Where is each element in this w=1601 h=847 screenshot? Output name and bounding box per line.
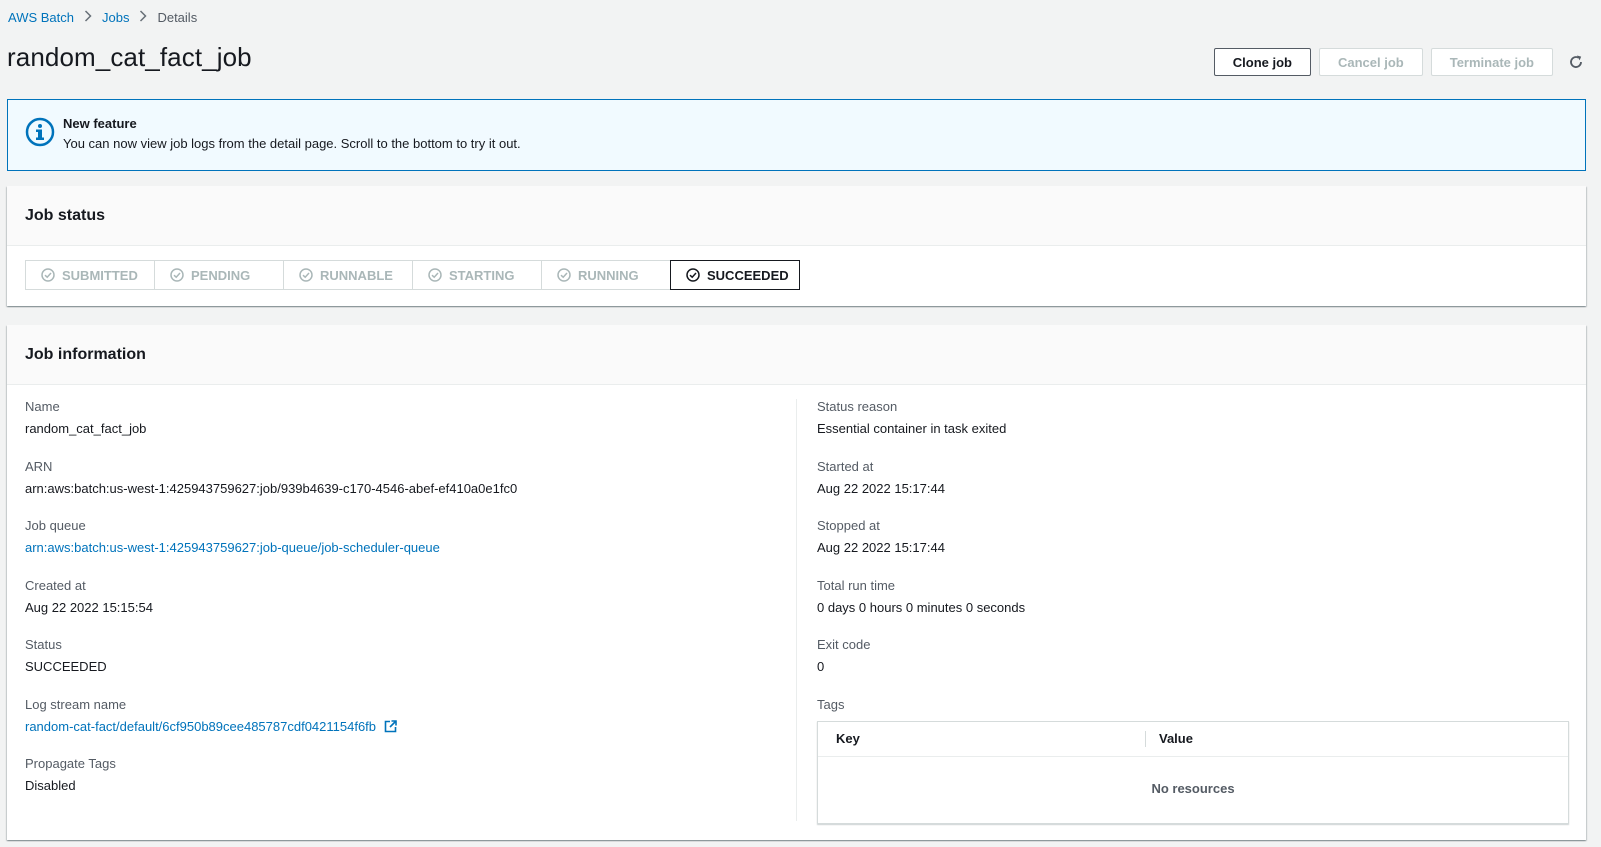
field-started-at: Started at Aug 22 2022 15:17:44 <box>817 459 1577 519</box>
field-label: Stopped at <box>817 518 880 533</box>
field-label: Exit code <box>817 637 871 652</box>
field-status-reason: Status reason Essential container in tas… <box>817 399 1577 459</box>
job-queue-link[interactable]: arn:aws:batch:us-west-1:425943759627:job… <box>25 540 440 555</box>
job-status-panel: Job status SUBMITTED PENDING RUNNABLE START… <box>7 186 1586 306</box>
status-step-pending: PENDING <box>154 260 284 290</box>
field-label: Started at <box>817 458 874 474</box>
field-label: Created at <box>25 577 86 593</box>
field-value: Disabled <box>25 778 76 793</box>
flash-title: New feature <box>63 116 137 131</box>
field-label: Status <box>25 637 62 652</box>
check-circle-icon <box>686 268 700 282</box>
field-value: Aug 22 2022 15:15:54 <box>25 599 153 615</box>
field-label: Log stream name <box>25 696 127 712</box>
job-information-header: Job information <box>7 325 1586 385</box>
column-separator <box>1145 731 1146 747</box>
header-actions: Clone job Cancel job Terminate job <box>1206 48 1587 76</box>
field-stopped-at: Stopped at Aug 22 2022 15:17:44 <box>817 518 1577 578</box>
tags-table: Key Value No resources <box>817 721 1569 824</box>
breadcrumb: AWS Batch Jobs Details <box>8 8 197 26</box>
field-value: SUCCEEDED <box>25 659 107 674</box>
field-created-at: Created at Aug 22 2022 15:15:54 <box>25 578 785 638</box>
field-value: 0 <box>817 659 825 674</box>
status-step-label: SUCCEEDED <box>707 267 789 283</box>
field-label: ARN <box>25 458 53 474</box>
field-status: Status SUCCEEDED <box>25 637 785 697</box>
status-step-succeeded: SUCCEEDED <box>670 260 800 290</box>
check-circle-icon <box>428 268 442 282</box>
status-step-runnable: RUNNABLE <box>283 260 413 290</box>
tags-empty-state: No resources <box>1151 781 1235 796</box>
field-propagate-tags: Propagate Tags Disabled <box>25 756 785 816</box>
flash-message: You can now view job logs from the detai… <box>63 136 521 151</box>
status-steps: SUBMITTED PENDING RUNNABLE STARTING RUNNING S… <box>25 260 800 290</box>
status-step-label: RUNNABLE <box>320 267 393 283</box>
breadcrumb-jobs[interactable]: Jobs <box>102 10 129 25</box>
log-stream-link[interactable]: random-cat-fact/default/6cf950b89cee4857… <box>25 719 376 734</box>
tags-table-header: Key Value <box>818 722 1568 757</box>
status-step-running: RUNNING <box>541 260 671 290</box>
check-circle-icon <box>557 268 571 282</box>
field-exit-code: Exit code 0 <box>817 637 1577 697</box>
status-step-label: SUBMITTED <box>62 267 138 283</box>
breadcrumb-current: Details <box>157 9 198 25</box>
status-step-submitted: SUBMITTED <box>25 260 155 290</box>
tags-column-value[interactable]: Value <box>1159 731 1193 746</box>
field-label: Total run time <box>817 577 896 593</box>
page-title: random_cat_fact_job <box>7 42 252 72</box>
status-step-label: STARTING <box>449 267 515 283</box>
refresh-icon[interactable] <box>1565 48 1587 76</box>
clone-job-button[interactable]: Clone job <box>1213 48 1311 76</box>
external-link-icon[interactable] <box>384 719 397 736</box>
info-circle-icon <box>25 117 55 150</box>
chevron-right-icon <box>84 9 92 25</box>
field-value: Aug 22 2022 15:17:44 <box>817 480 945 496</box>
job-status-title: Job status <box>25 206 106 224</box>
field-arn: ARN arn:aws:batch:us-west-1:425943759627… <box>25 459 785 519</box>
field-label: Job queue <box>25 518 86 533</box>
breadcrumb-aws-batch[interactable]: AWS Batch <box>8 10 74 25</box>
check-circle-icon <box>41 268 55 282</box>
chevron-right-icon <box>139 9 148 25</box>
tags-column-key[interactable]: Key <box>836 731 860 746</box>
field-total-run-time: Total run time 0 days 0 hours 0 minutes … <box>817 578 1577 638</box>
new-feature-flash: New feature You can now view job logs fr… <box>7 99 1586 171</box>
job-info-left-column: Name random_cat_fact_job ARN arn:aws:bat… <box>25 399 785 816</box>
field-label: Propagate Tags <box>25 756 116 771</box>
check-circle-icon <box>299 268 313 282</box>
job-status-header: Job status <box>7 186 1586 246</box>
column-divider <box>796 399 797 821</box>
tags-label: Tags <box>817 696 845 712</box>
field-label: Status reason <box>817 399 898 414</box>
terminate-job-button[interactable]: Terminate job <box>1430 48 1553 76</box>
job-information-panel: Job information Name random_cat_fact_job… <box>7 325 1586 840</box>
field-value: Essential container in task exited <box>817 421 1007 436</box>
check-circle-icon <box>170 268 184 282</box>
field-name: Name random_cat_fact_job <box>25 399 785 459</box>
field-job-queue: Job queue arn:aws:batch:us-west-1:425943… <box>25 518 785 578</box>
status-step-label: PENDING <box>191 267 251 283</box>
status-step-label: RUNNING <box>578 267 639 283</box>
cancel-job-button[interactable]: Cancel job <box>1318 48 1423 76</box>
field-log-stream-name: Log stream name random-cat-fact/default/… <box>25 697 785 757</box>
field-value: random_cat_fact_job <box>25 421 147 436</box>
field-label: Name <box>25 399 60 414</box>
field-value: 0 days 0 hours 0 minutes 0 seconds <box>817 599 1026 615</box>
job-info-right-column: Status reason Essential container in tas… <box>817 399 1577 824</box>
status-step-starting: STARTING <box>412 260 542 290</box>
job-information-title: Job information <box>25 345 146 363</box>
field-value: Aug 22 2022 15:17:44 <box>817 540 945 555</box>
field-value: arn:aws:batch:us-west-1:425943759627:job… <box>25 480 518 496</box>
